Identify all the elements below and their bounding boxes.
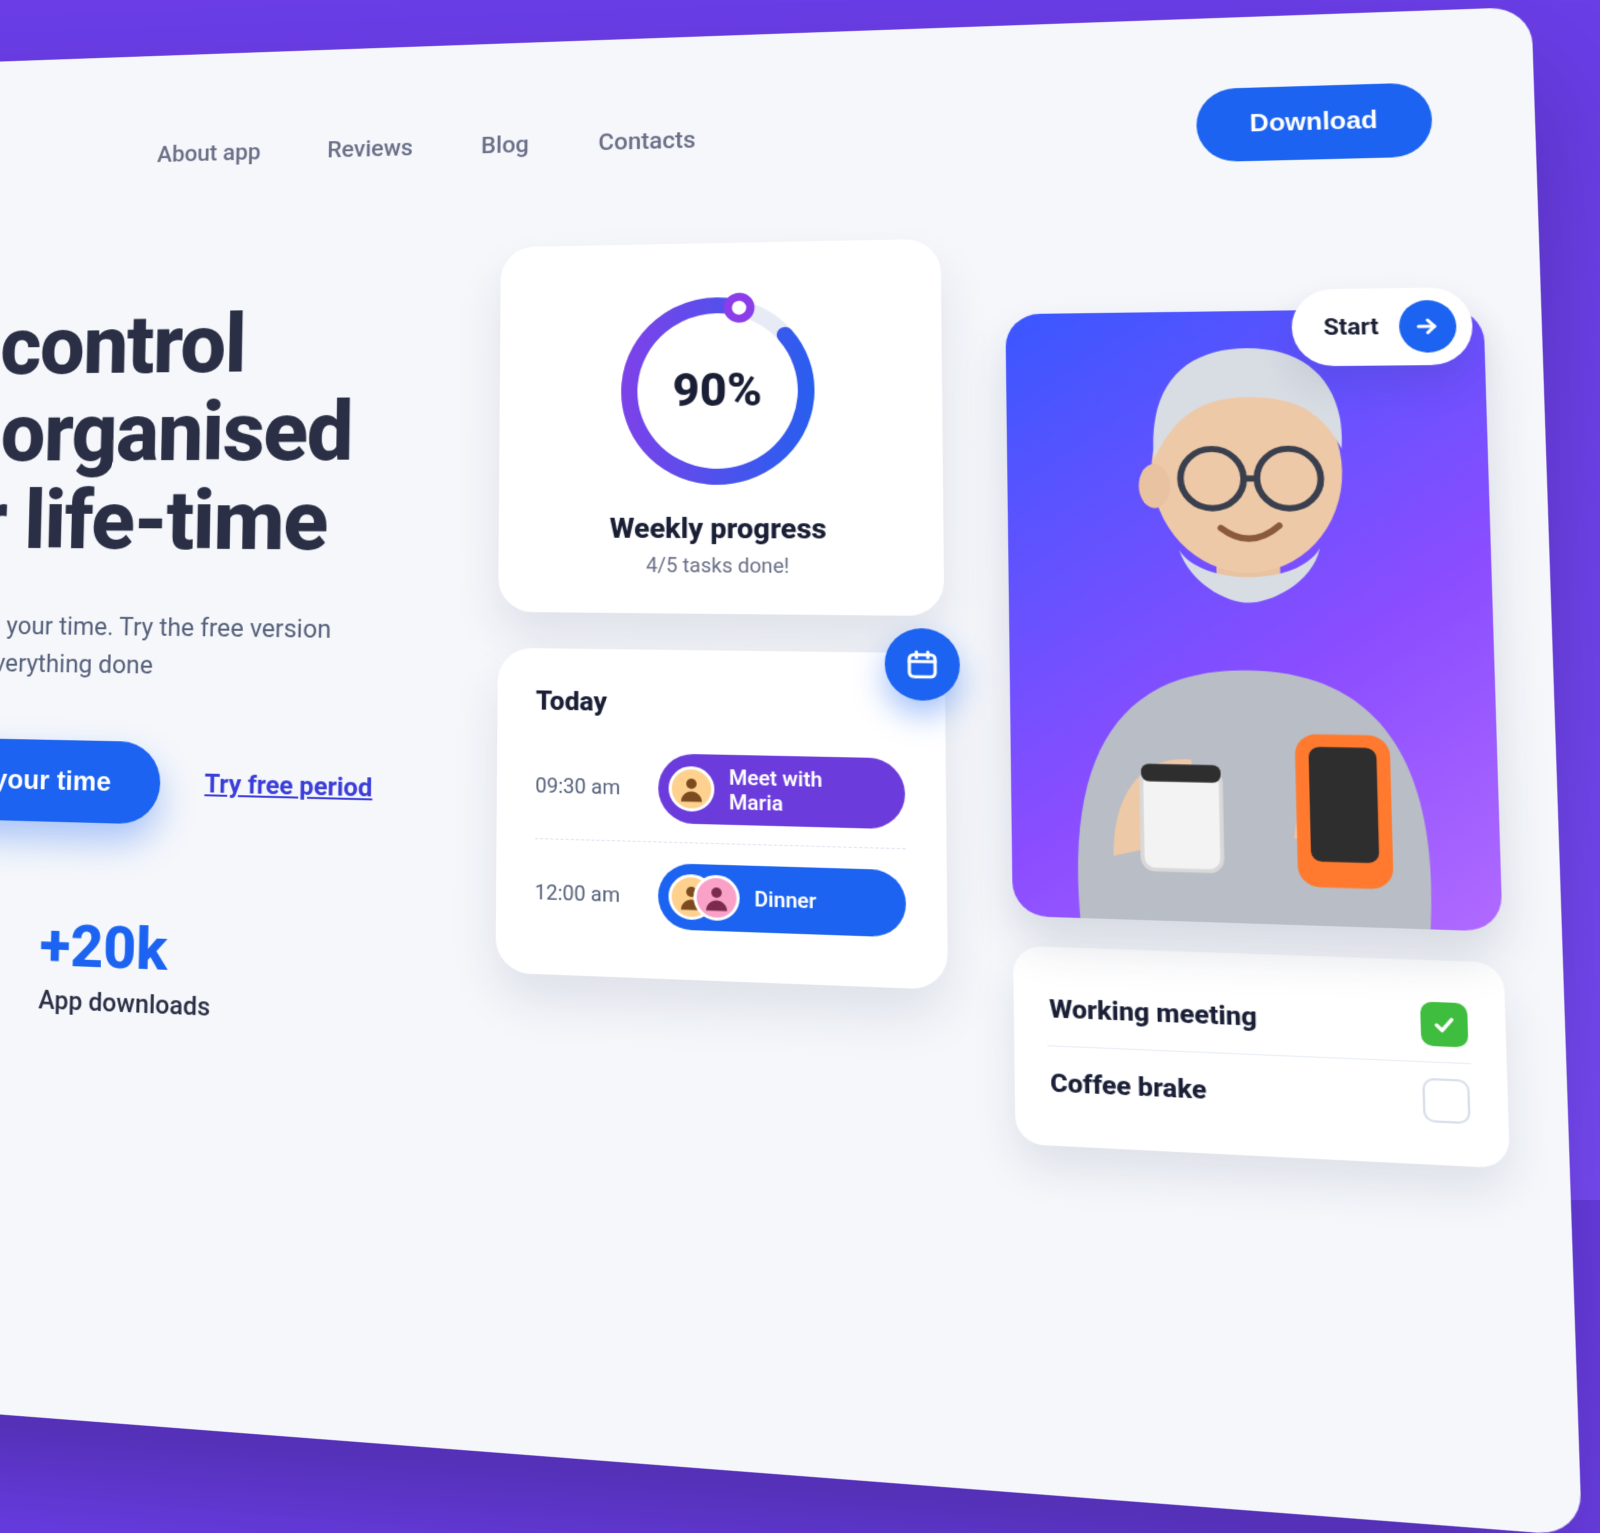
nav-link-contacts[interactable]: Contacts: [598, 126, 695, 156]
event-time: 09:30 am: [535, 773, 639, 800]
hero-photo: [1005, 308, 1502, 932]
calendar-button[interactable]: [884, 628, 960, 701]
avatar-group: [668, 874, 739, 922]
checkbox-checked-icon[interactable]: [1420, 1001, 1468, 1047]
hero-subtitle: App to control your time. Try the free v…: [0, 607, 379, 689]
arrow-right-icon: [1398, 300, 1457, 353]
title-line-2: and organised: [0, 382, 353, 481]
top-nav: About app Reviews Blog Contacts Download: [0, 82, 1433, 194]
stat-downloads-label: App downloads: [38, 986, 210, 1023]
try-free-link[interactable]: Try free period: [204, 770, 372, 804]
event-label: Meet with Maria: [729, 765, 882, 818]
today-title: Today: [536, 686, 905, 723]
page-title: Full control and organised your life-tim…: [0, 297, 441, 567]
avatar-icon: [669, 766, 715, 812]
weekly-progress-card: 90% Weekly progress 4/5 tasks done!: [498, 239, 944, 616]
start-button[interactable]: Start: [1291, 287, 1473, 366]
progress-ring: 90%: [610, 285, 827, 496]
nav-link-blog[interactable]: Blog: [481, 131, 529, 159]
tasks-card: Working meeting Coffee brake: [1013, 946, 1510, 1169]
person-illustration-icon: [1005, 308, 1502, 932]
title-line-1: Full control: [0, 295, 246, 395]
event-time: 12:00 am: [535, 880, 640, 908]
event-pill-meet-maria[interactable]: Meet with Maria: [658, 753, 905, 829]
today-card: Today 09:30 am Meet with Maria 12:00 am: [495, 648, 947, 990]
task-label: Coffee brake: [1050, 1068, 1207, 1105]
download-button[interactable]: Download: [1196, 82, 1433, 162]
calendar-icon: [905, 648, 940, 682]
progress-subtitle: 4/5 tasks done!: [537, 552, 904, 578]
event-row: 09:30 am Meet with Maria: [535, 739, 905, 842]
event-label: Dinner: [754, 887, 816, 914]
task-label: Working meeting: [1049, 994, 1257, 1032]
cta-primary-button[interactable]: Control your time: [0, 736, 161, 825]
stat-downloads-value: +20k: [39, 910, 212, 987]
event-row: 12:00 am Dinner: [534, 838, 906, 950]
title-line-3: your life-time: [0, 471, 328, 570]
nav-link-reviews[interactable]: Reviews: [327, 134, 413, 163]
avatar-icon: [694, 874, 740, 921]
nav-link-about[interactable]: About app: [157, 139, 261, 168]
stat-downloads: +20k App downloads: [38, 910, 212, 1023]
progress-percent: 90%: [610, 285, 827, 496]
event-pill-dinner[interactable]: Dinner: [658, 863, 906, 938]
checkbox-unchecked-icon[interactable]: [1422, 1078, 1470, 1125]
start-label: Start: [1323, 314, 1379, 341]
